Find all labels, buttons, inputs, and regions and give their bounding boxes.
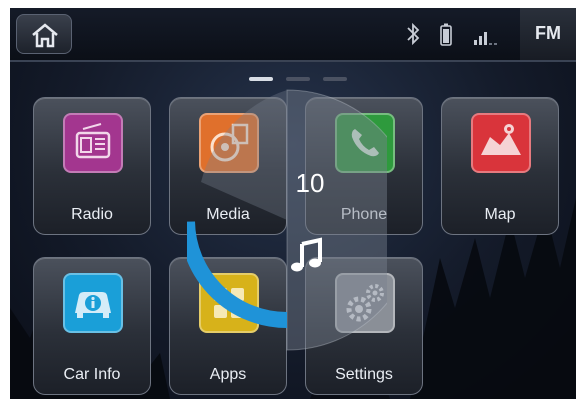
audio-source-label: FM	[535, 23, 561, 43]
battery-icon	[440, 23, 452, 46]
app-tile-map[interactable]: Map	[441, 97, 559, 235]
signal-icon	[474, 32, 497, 45]
app-label: Map	[484, 206, 516, 223]
home-button[interactable]	[16, 14, 72, 54]
status-icons	[407, 22, 497, 46]
volume-panel-left	[201, 90, 287, 220]
map-icon	[471, 113, 531, 173]
volume-value: 10	[295, 168, 325, 198]
volume-panel	[286, 89, 387, 351]
radio-icon	[63, 113, 123, 173]
status-bar: FM	[10, 8, 576, 62]
app-label: Car Info	[63, 366, 121, 383]
car-info-icon	[63, 273, 123, 333]
audio-source-button[interactable]: FM	[520, 8, 576, 60]
app-tile-car-info[interactable]: Car Info	[33, 257, 151, 395]
volume-level-arc	[187, 221, 288, 328]
head-unit-screen: FM Radio Media Map Car Info Apps Setting…	[10, 8, 576, 399]
bluetooth-icon	[407, 22, 420, 46]
music-note-icon	[291, 237, 322, 272]
volume-overlay	[187, 89, 387, 351]
app-tile-radio[interactable]: Radio	[33, 97, 151, 235]
home-icon	[32, 23, 58, 48]
app-label: Radio	[71, 206, 113, 223]
